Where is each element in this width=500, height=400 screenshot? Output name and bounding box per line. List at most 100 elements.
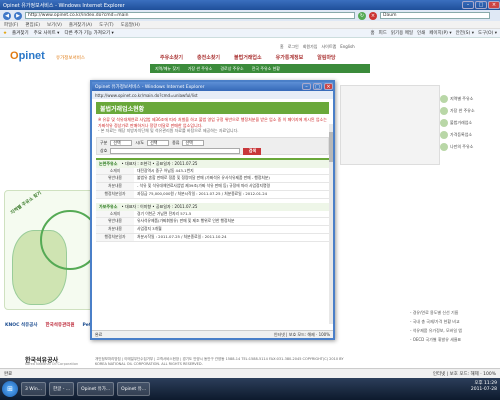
top-link-home[interactable]: 홈	[280, 44, 284, 50]
menu-file[interactable]: 파일(F)	[4, 22, 18, 28]
subnav-item[interactable]: 가장 싼 주유소	[188, 66, 213, 72]
quick-item[interactable]: 나만의 주유소	[440, 143, 500, 151]
menu-bar: 파일(F) 편집(E) 보기(V) 즐겨찾기(A) 도구(T) 도움말(H)	[0, 21, 500, 29]
record-row: 소재지 대전광역시 중구 어남동 443-1번지	[96, 167, 329, 176]
quick-icon	[440, 131, 448, 139]
taskbar-item[interactable]: 3 Win...	[21, 382, 47, 396]
stop-icon[interactable]: ×	[369, 11, 377, 20]
popup-window: Opinet 유가정보서비스 - Windows Internet Explor…	[90, 80, 335, 340]
record-row: 행정처분일자 과징금 75,000,000원 / 처분시작일 : 2011.07.…	[96, 190, 329, 199]
popup-statusbar: 완료 인터넷 | 보호 모드: 해제 · 100%	[92, 330, 333, 338]
taskbar-item[interactable]: Opinet 유가...	[77, 382, 115, 396]
kind-select[interactable]: 선택	[182, 139, 205, 146]
record-row: 처분내용 사업정지 3개월	[96, 226, 329, 235]
refresh-icon[interactable]: ↻	[358, 11, 366, 20]
name-input[interactable]	[110, 148, 241, 154]
tools-menu[interactable]: 도구(O) ▾	[478, 30, 497, 36]
print-button[interactable]: 인쇄	[417, 30, 425, 36]
sub-nav: 지역/메뉴 찾기 가장 싼 주유소 경로상 주유소 전국 주유소 현황	[150, 64, 370, 73]
record-header: 가보주유소 • 대표자 : 이미향 • 공표일자 : 2011.07.25	[96, 202, 329, 211]
minimize-button[interactable]: –	[462, 1, 474, 9]
tray-date: 2011-07-28	[470, 387, 497, 392]
popup-scroll-thumb[interactable]	[329, 132, 333, 162]
gnb-stats[interactable]: 유가통계정보	[276, 54, 304, 61]
record-row: 행정처분일자 처분시작일 : 2011.07.25 / 처분종료일 : 2011.…	[96, 234, 329, 242]
popup-search-form: 구분 선택 시/도 선택 종류 선택 상호 검색	[96, 136, 329, 155]
logo-subtitle: 유가정보서비스	[56, 56, 85, 61]
area-select[interactable]: 선택	[147, 139, 170, 146]
partner-logo[interactable]: 한국석유관리원	[46, 322, 75, 328]
fav-tab-addons[interactable]: 다른 추가 기능 가져오기 ▾	[64, 30, 113, 36]
quick-item[interactable]: 지역별 주유소	[440, 95, 500, 103]
menu-edit[interactable]: 편집(E)	[25, 22, 40, 28]
popup-minimize-button[interactable]: –	[302, 83, 311, 90]
menu-view[interactable]: 보기(V)	[47, 22, 62, 28]
popup-titlebar: Opinet 유가정보서비스 - Windows Internet Explor…	[92, 82, 333, 91]
gnb-illegal[interactable]: 불법거래업소	[234, 54, 262, 61]
feeds-button[interactable]: 피드	[379, 30, 387, 36]
quick-item[interactable]: 가장 싼 주유소	[440, 107, 500, 115]
taskbar-item[interactable]: Opinet 유...	[117, 382, 151, 396]
popup-close-button[interactable]: ×	[324, 83, 333, 90]
quick-item[interactable]: 불법거래업소	[440, 119, 500, 127]
menu-favorites[interactable]: 즐겨찾기(A)	[69, 22, 92, 28]
popup-maximize-button[interactable]: □	[313, 83, 322, 90]
search-input[interactable]: Daum	[380, 12, 490, 19]
news-item[interactable]: - OECD 국가별 휘발유 세율표	[410, 337, 462, 343]
subnav-item[interactable]: 지역/메뉴 찾기	[155, 66, 180, 72]
right-news-list: - 경유/연료 용도별 신선 기름 - 국내 총 국제/가격 현황 비교 - 석…	[410, 310, 462, 343]
zoom-level[interactable]: 100%	[483, 372, 496, 377]
top-link-join[interactable]: 회원가입	[303, 44, 318, 50]
popup-heading: 불법거래업소현황	[96, 102, 329, 114]
quick-icon	[440, 107, 448, 115]
popup-title: Opinet 유가정보서비스 - Windows Internet Explor…	[95, 84, 205, 90]
top-link-sitemap[interactable]: 사이트맵	[321, 44, 336, 50]
gnb-gas-station[interactable]: 주유소찾기	[160, 54, 183, 61]
record-row: 소재지 경기 이천군 거남면 전지리 571-5	[96, 210, 329, 219]
back-icon[interactable]: ◀	[3, 11, 11, 20]
news-item[interactable]: - 국내 총 국제/가격 현황 비교	[410, 319, 462, 325]
maximize-button[interactable]: □	[475, 1, 487, 9]
menu-tools[interactable]: 도구(T)	[99, 22, 114, 28]
mail-button[interactable]: 읽기용 메일	[391, 30, 413, 36]
system-tray: 오후 11:29 2011-07-28	[471, 381, 497, 393]
home-button[interactable]: 홈	[370, 30, 374, 36]
window-title: Opinet 유가정보서비스 - Windows Internet Explor…	[3, 2, 125, 9]
global-nav: 주유소찾기 충전소찾기 불법거래업소 유가통계정보 알림마당	[160, 54, 336, 61]
partner-logo[interactable]: KNOC 석유공사	[5, 322, 38, 328]
safety-menu[interactable]: 안전(S) ▾	[456, 30, 474, 36]
gnb-notice[interactable]: 알림마당	[317, 54, 335, 61]
record-row: 처분내용 - 석유 및 석유대체연료사업법 제39조(가짜 석유 판매 등) 규정…	[96, 183, 329, 191]
right-banner	[340, 85, 440, 165]
record-header: 논현주유소 • 대표자 : 조현각 • 공표일자 : 2011.07.25	[96, 159, 329, 168]
search-button[interactable]: 검색	[243, 147, 262, 155]
address-bar: ◀ ▶ http://www.opinet.co.kr/index.do?cmd…	[0, 10, 500, 21]
start-button[interactable]: ⊞	[2, 381, 18, 397]
forward-icon[interactable]: ▶	[14, 11, 22, 20]
page-menu[interactable]: 페이지(P) ▾	[429, 30, 451, 36]
site-logo[interactable]: Opinet	[10, 50, 45, 62]
popup-url[interactable]: http://www.opinet.co.kr/main.do?cmd=unla…	[92, 91, 333, 99]
subnav-item[interactable]: 경로상 주유소	[220, 66, 243, 72]
quick-item[interactable]: 가격등록업소	[440, 131, 500, 139]
popup-description: ※ 유류 및 석유대체연료 사업법 제36조에 따라 처벌을 하고 불법 영업 …	[98, 117, 327, 133]
url-input[interactable]: http://www.opinet.co.kr/index.do?cmd=mai…	[25, 12, 355, 19]
region-select[interactable]: 선택	[110, 139, 133, 146]
quick-icon	[440, 119, 448, 127]
news-item[interactable]: - 경유/연료 용도별 신선 기름	[410, 310, 462, 316]
favorites-label[interactable]: 즐겨찾기	[12, 30, 29, 36]
menu-help[interactable]: 도움말(H)	[121, 22, 140, 28]
record-row: 위반내용 불법유 혼합 판매로 정품 및 정량미달 판매 (가짜석유 유사석유제품…	[96, 175, 329, 184]
top-link-login[interactable]: 로그인	[288, 44, 299, 50]
gnb-lpg-station[interactable]: 충전소찾기	[197, 54, 220, 61]
close-button[interactable]: ×	[488, 1, 500, 9]
top-utility-menu: 홈 로그인 회원가입 사이트맵 English	[280, 44, 355, 50]
favorites-star-icon[interactable]: ★	[3, 31, 7, 36]
popup-zoom[interactable]: 100%	[319, 332, 330, 337]
taskbar-item[interactable]: 한글 - ...	[49, 382, 75, 396]
top-link-english[interactable]: English	[340, 44, 354, 50]
status-text: 완료	[4, 371, 13, 377]
subnav-item[interactable]: 전국 주유소 현황	[252, 66, 280, 72]
fav-tab-sites[interactable]: 주요 사이트 ▾	[34, 30, 60, 36]
news-item[interactable]: - 석유제품 유가정보, 모바일 앱	[410, 328, 462, 334]
